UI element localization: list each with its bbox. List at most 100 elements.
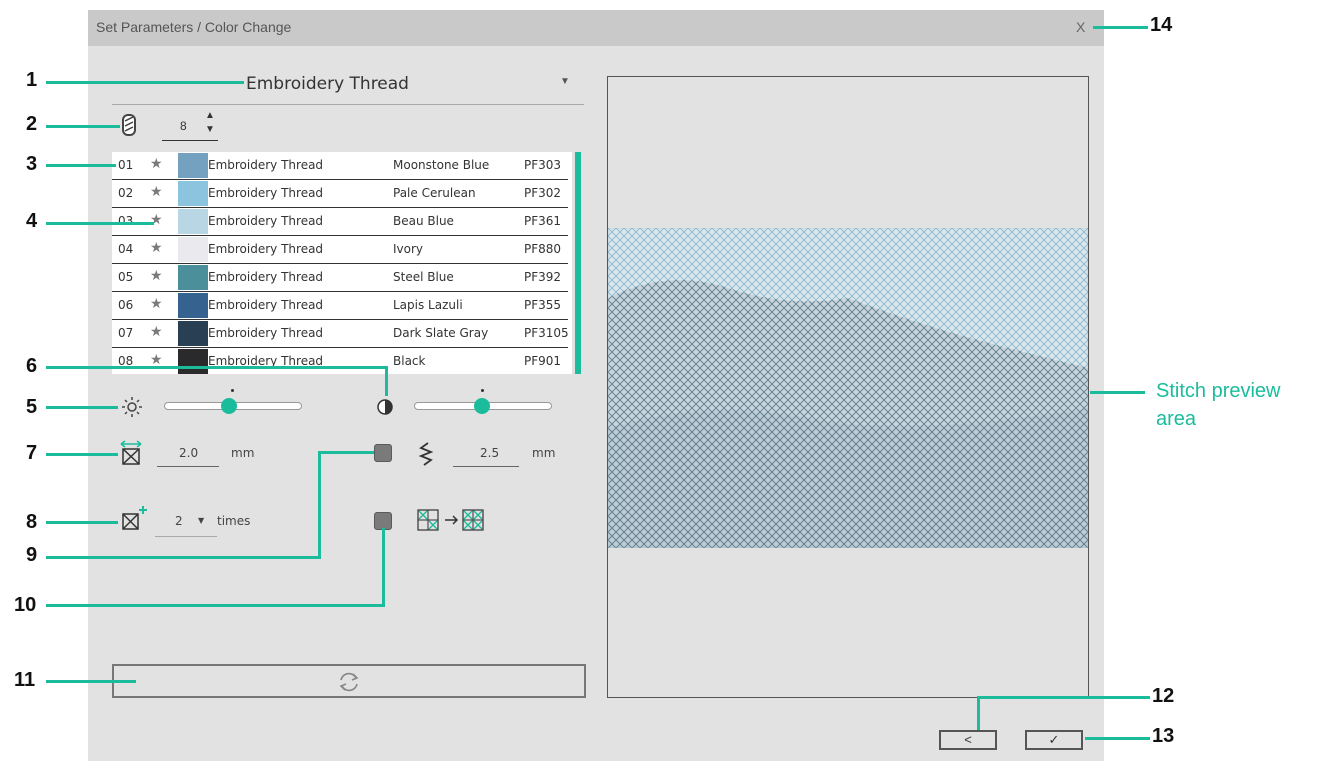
callout-line <box>382 528 385 607</box>
thread-list-row[interactable]: 05 ★ Embroidery Thread Steel Blue PF392 <box>112 264 568 292</box>
star-icon[interactable]: ★ <box>150 296 163 312</box>
thread-color-name: Pale Cerulean <box>393 186 476 200</box>
zigzag-value: 2.5 <box>480 446 500 460</box>
chevron-down-icon[interactable]: ▼ <box>560 76 570 87</box>
thread-number: 05 <box>118 270 134 284</box>
callout-number: 14 <box>1150 14 1173 36</box>
callout-number: 12 <box>1152 685 1175 707</box>
decrement-icon[interactable]: ▼ <box>205 124 215 135</box>
thread-number: 03 <box>118 214 134 228</box>
callout-line <box>46 164 116 167</box>
close-button[interactable]: X <box>1076 19 1085 35</box>
thread-code: PF303 <box>524 158 562 172</box>
thread-list-row[interactable]: 02 ★ Embroidery Thread Pale Cerulean PF302 <box>112 180 568 208</box>
thread-list-row[interactable]: 07 ★ Embroidery Thread Dark Slate Gray PF310… <box>112 320 569 348</box>
star-icon[interactable]: ★ <box>150 184 163 200</box>
thread-number: 06 <box>118 298 134 312</box>
star-icon[interactable]: ★ <box>150 268 163 284</box>
thread-list-row[interactable]: 06 ★ Embroidery Thread Lapis Lazuli PF355 <box>112 292 568 320</box>
thread-type: Embroidery Thread <box>208 270 324 284</box>
callout-number: 2 <box>26 113 38 135</box>
thread-list-row[interactable]: 01 ★ Embroidery Thread Moonstone Blue PF303 <box>112 152 568 180</box>
callout-line <box>46 604 385 607</box>
callout-line <box>46 680 136 683</box>
callout-number: 1 <box>26 69 38 91</box>
callout-line <box>46 453 118 456</box>
thread-type: Embroidery Thread <box>208 158 324 172</box>
thread-list-row[interactable]: 04 ★ Embroidery Thread Ivory PF880 <box>112 236 568 264</box>
ok-button[interactable]: ✓ <box>1025 730 1083 750</box>
thread-number: 02 <box>118 186 134 200</box>
dialog-title: Set Parameters / Color Change <box>96 19 292 35</box>
callout-line <box>977 696 980 730</box>
zigzag-icon <box>418 442 434 466</box>
refresh-icon <box>339 672 359 692</box>
thread-type: Embroidery Thread <box>208 298 324 312</box>
thread-number: 01 <box>118 158 134 172</box>
contrast-slider-handle[interactable] <box>474 398 490 414</box>
slider-center-mark <box>231 389 234 392</box>
stitch-size-value: 2.0 <box>179 446 199 460</box>
thread-number: 07 <box>118 326 134 340</box>
thread-type-value: Embroidery Thread <box>246 74 409 94</box>
thread-color-list: 01 ★ Embroidery Thread Moonstone Blue PF303 0… <box>112 152 572 374</box>
back-button[interactable]: < <box>939 730 997 750</box>
stitch-preview-label: Stitch preview area <box>1156 377 1326 433</box>
thread-code: PF901 <box>524 354 562 368</box>
callout-number: 10 <box>14 594 37 616</box>
thread-color-name: Moonstone Blue <box>393 158 490 172</box>
thread-list-row[interactable]: 08 ★ Embroidery Thread Black PF901 <box>112 348 568 374</box>
thread-type: Embroidery Thread <box>208 242 324 256</box>
thread-code: PF361 <box>524 214 562 228</box>
callout-line <box>385 366 388 396</box>
callout-line <box>46 222 154 225</box>
color-count-value: 8 <box>180 119 187 133</box>
callout-number: 13 <box>1152 725 1175 747</box>
callout-line <box>46 366 388 369</box>
callout-line <box>46 125 120 128</box>
stitch-preview-label-text: Stitch preview area <box>1156 380 1281 430</box>
stitch-repeat-icon <box>122 506 147 530</box>
color-swatch[interactable] <box>178 321 208 346</box>
thread-code: PF880 <box>524 242 562 256</box>
thread-color-name: Black <box>393 354 426 368</box>
color-swatch[interactable] <box>178 265 208 290</box>
contrast-icon <box>377 399 393 415</box>
color-swatch[interactable] <box>178 293 208 318</box>
thread-code: PF3105 <box>524 326 569 340</box>
thread-spool-icon <box>122 114 136 136</box>
stitch-preview-image <box>608 228 1088 548</box>
color-swatch[interactable] <box>178 349 208 374</box>
star-icon[interactable]: ★ <box>150 324 163 340</box>
callout-number: 9 <box>26 544 38 566</box>
callout-number: 6 <box>26 355 38 377</box>
repeat-unit: times <box>217 514 251 528</box>
callout-line <box>46 406 118 409</box>
star-icon[interactable]: ★ <box>150 240 163 256</box>
callout-line <box>978 696 1150 699</box>
color-swatch[interactable] <box>178 153 208 178</box>
color-swatch[interactable] <box>178 209 208 234</box>
repeat-select[interactable] <box>155 510 217 537</box>
list-scrollbar[interactable] <box>575 152 581 374</box>
star-icon[interactable]: ★ <box>150 212 163 228</box>
zigzag-checkbox[interactable] <box>374 444 392 462</box>
thread-list-row[interactable]: 03 ★ Embroidery Thread Beau Blue PF361 <box>112 208 568 236</box>
callout-number: 11 <box>14 669 36 691</box>
thread-color-name: Lapis Lazuli <box>393 298 463 312</box>
thread-color-name: Ivory <box>393 242 424 256</box>
color-swatch[interactable] <box>178 237 208 262</box>
callout-line <box>46 521 118 524</box>
chevron-down-icon[interactable]: ▼ <box>198 516 204 525</box>
stitch-size-unit: mm <box>231 446 255 460</box>
star-icon[interactable]: ★ <box>150 156 163 172</box>
callout-line <box>1090 391 1145 394</box>
callout-line <box>1085 737 1150 740</box>
callout-line <box>46 81 244 84</box>
color-swatch[interactable] <box>178 181 208 206</box>
slider-center-mark <box>481 389 484 392</box>
callout-number: 8 <box>26 511 38 533</box>
increment-icon[interactable]: ▲ <box>205 110 215 121</box>
callout-line <box>1093 26 1148 29</box>
thread-color-name: Dark Slate Gray <box>393 326 489 340</box>
